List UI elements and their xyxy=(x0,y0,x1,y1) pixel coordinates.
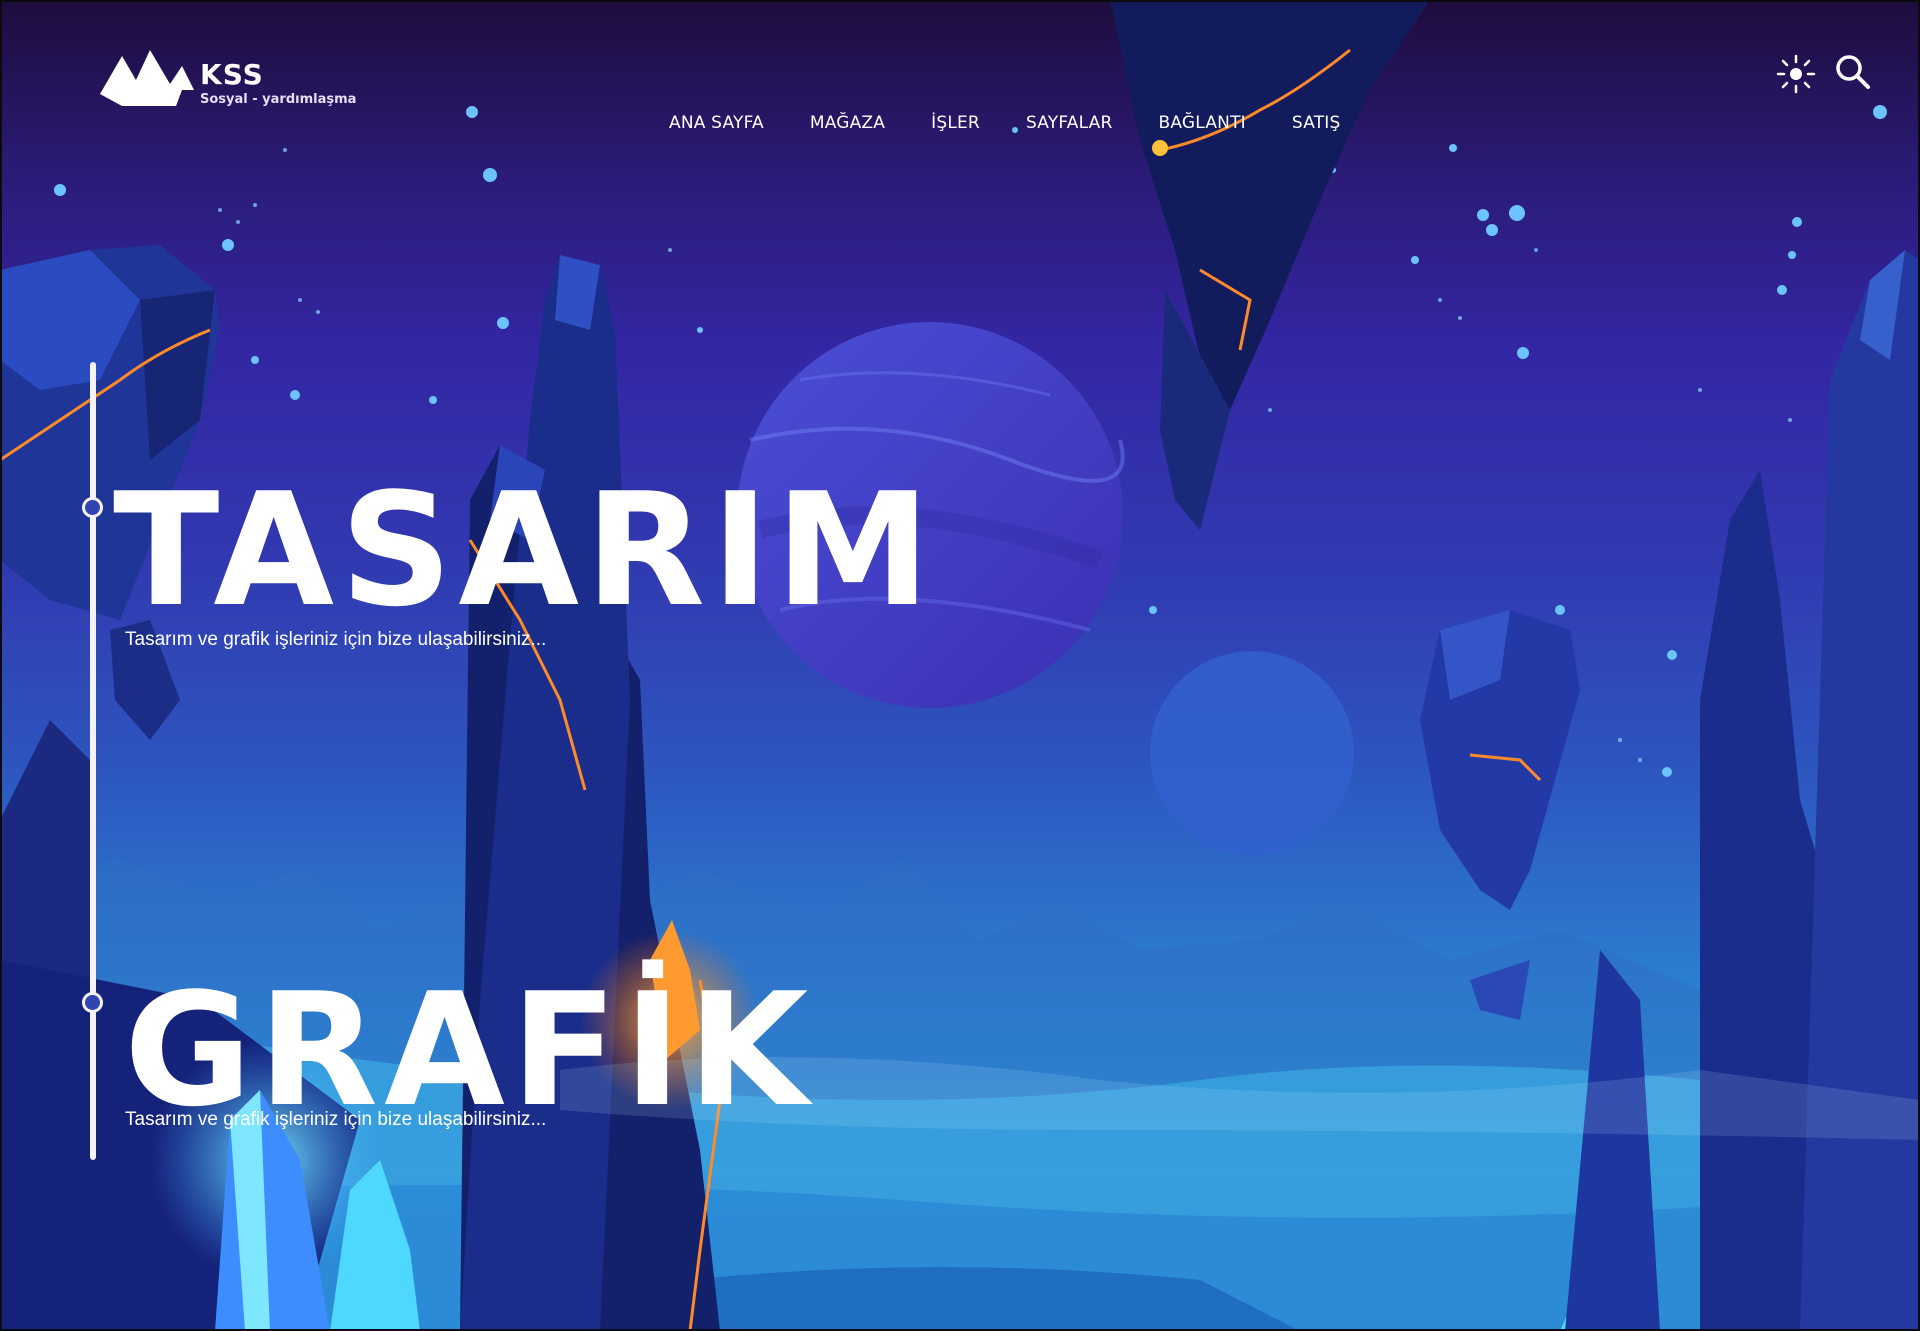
nav-item-sayfalar[interactable]: SAYFALAR xyxy=(1026,113,1113,133)
slider-dot-2[interactable] xyxy=(82,992,103,1013)
hero-title-2: GRAFİK xyxy=(124,959,815,1141)
hanging-rock xyxy=(1110,0,1430,530)
nav-item-ana-sayfa[interactable]: ANA SAYFA xyxy=(669,113,764,133)
hero-subtitle-2: Tasarım ve grafik işleriniz için bize ul… xyxy=(125,1109,547,1130)
search-icon[interactable] xyxy=(1833,52,1873,92)
hero-title-1: TASARIM xyxy=(113,459,937,641)
nav-item-baglanti[interactable]: BAĞLANTI xyxy=(1159,113,1246,133)
sun-icon[interactable] xyxy=(1776,54,1816,94)
brand-name: KSS xyxy=(200,58,264,91)
brand[interactable]: KSS Sosyal - yardımlaşma xyxy=(100,50,356,114)
nav-item-isler[interactable]: İŞLER xyxy=(931,113,980,133)
mountain-logo-icon xyxy=(100,50,194,106)
nav-item-satis[interactable]: SATIŞ xyxy=(1292,113,1341,133)
slider-rail xyxy=(90,362,96,1160)
brand-tagline: Sosyal - yardımlaşma xyxy=(200,92,357,107)
nav-item-magaza[interactable]: MAĞAZA xyxy=(810,113,885,133)
slider-dot-1[interactable] xyxy=(82,497,103,518)
small-planet xyxy=(1150,651,1354,855)
main-nav: ANA SAYFA MAĞAZA İŞLER SAYFALAR BAĞLANTI… xyxy=(669,113,1341,133)
hero-subtitle-1: Tasarım ve grafik işleriniz için bize ul… xyxy=(125,629,547,650)
